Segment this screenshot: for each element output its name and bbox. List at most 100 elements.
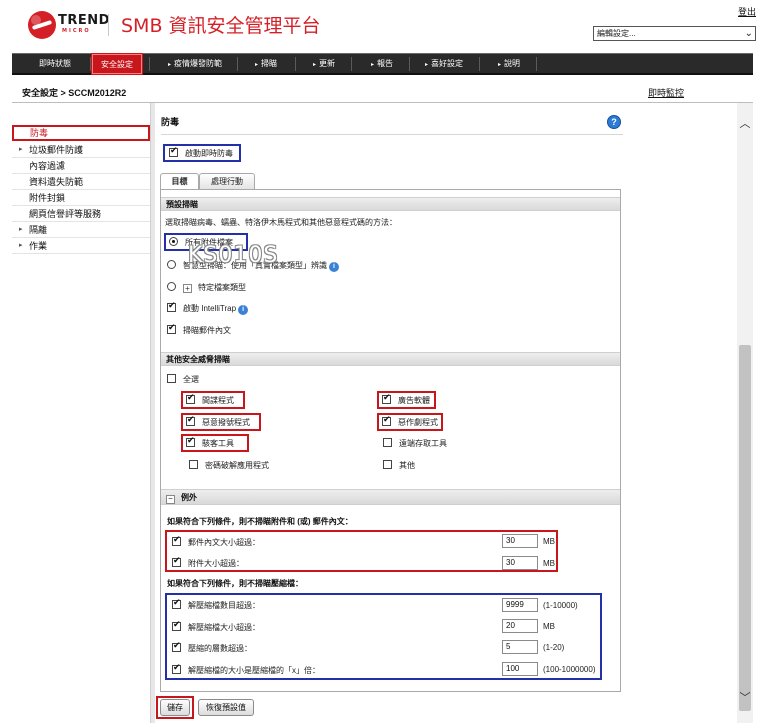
sidebar-item-antivirus[interactable]: 防毒 [12, 125, 150, 141]
help-icon[interactable]: ? [607, 115, 621, 129]
nav-separator [536, 57, 537, 71]
app-title: SMB 資訊安全管理平台 [121, 15, 321, 37]
ratio-range: (100-1000000) [543, 665, 596, 674]
nav-tab-label: 更新 [319, 59, 335, 68]
checkbox-spyware[interactable]: 間諜程式 [181, 391, 245, 409]
edit-settings-select[interactable]: 編輯設定... ⌄ [593, 26, 756, 41]
exceptions-archive-title: 如果符合下列條件，則不掃瞄壓縮檔： [167, 579, 303, 588]
decompressed-size-input[interactable]: 20 [502, 619, 538, 633]
file-count-input[interactable]: 9999 [502, 598, 538, 612]
nav-tab-help[interactable]: ▸ 說明 [487, 54, 531, 74]
file-count-range: (1-10000) [543, 601, 578, 610]
checkbox-label: 解壓縮檔大小超過： [188, 623, 260, 632]
top-navigation: 即時狀態 安全設定 ▸ 疫情爆發防範 ▸ 掃瞄 ▸ 更新 ▸ 報告 ▸ 喜好設定 ▸ 說明 [12, 53, 753, 75]
caret-right-icon: ▸ [312, 62, 316, 68]
checkbox-select-all[interactable]: 全選 [167, 374, 199, 385]
nav-tab-reports[interactable]: ▸ 報告 [359, 54, 405, 74]
realtime-monitor-link[interactable]: 即時監控 [648, 86, 684, 99]
checkbox-label: 附件大小超過： [188, 559, 244, 568]
checkbox-label: 壓縮的層數超過： [188, 644, 252, 653]
page-title: 防毒 [161, 117, 180, 127]
sidebar-item-data-loss-prevention[interactable]: 資料遺失防範 [12, 174, 150, 190]
logout-link[interactable]: 登出 [738, 5, 756, 18]
checkbox-checked [186, 393, 195, 404]
nav-tab-live-status[interactable]: 即時狀態 [24, 54, 86, 74]
section-exceptions[interactable]: − 例外 [161, 489, 620, 505]
chevron-down-icon: ⌄ [744, 28, 753, 39]
checkbox-intellitrap[interactable]: 啟動 IntelliTrapi [167, 301, 249, 315]
section-title: 其他安全威脅掃瞄 [166, 355, 230, 364]
checkbox-checked [382, 393, 391, 404]
nav-tab-label: 報告 [377, 59, 393, 68]
checkbox-adware[interactable]: 廣告軟體 [377, 391, 436, 409]
checkbox-decompressed-size[interactable]: 解壓縮檔大小超過： [172, 620, 260, 633]
exceptions-attachment-title: 如果符合下列條件，則不掃瞄附件和 (或) 郵件內文： [167, 517, 353, 526]
checkbox-label: 解壓縮檔數目超過： [188, 601, 260, 610]
checkbox-attachment-size[interactable]: 附件大小超過： [172, 556, 244, 569]
info-icon[interactable]: i [329, 262, 339, 272]
checkbox-checked [172, 598, 181, 609]
attachment-size-input[interactable]: 30 [502, 556, 538, 570]
section-default-scan: 預設掃瞄 [161, 197, 620, 211]
sidebar-item-label: 內容過濾 [29, 161, 66, 171]
checkbox-unchecked [383, 460, 392, 469]
nav-tab-label: 疫情爆發防範 [174, 59, 222, 68]
nav-separator [409, 57, 410, 71]
checkbox-checked [167, 323, 176, 334]
checkbox-remote-access[interactable]: 遠端存取工具 [383, 438, 447, 449]
sidebar-item-anti-spam[interactable]: ▸ 垃圾郵件防護 [12, 142, 150, 158]
nav-tab-label: 說明 [504, 59, 520, 68]
enable-realtime-checkbox[interactable]: 啟動即時防毒 [163, 144, 241, 162]
tab-label: 處理行動 [211, 177, 243, 186]
checkbox-label: 解壓縮檔的大小是壓縮檔的「x」倍： [188, 666, 320, 675]
sidebar-item-label: 垃圾郵件防護 [29, 145, 84, 155]
checkbox-dialer[interactable]: 惡意撥號程式 [181, 413, 261, 431]
checkbox-hacking-tools[interactable]: 駭客工具 [181, 434, 249, 452]
enable-realtime-label: 啟動即時防毒 [185, 149, 233, 158]
checkbox-scan-body[interactable]: 掃瞄郵件內文 [167, 323, 231, 336]
scrollbar-thumb[interactable] [739, 345, 751, 711]
expand-plus-icon[interactable]: + [183, 284, 192, 293]
sidebar-item-content-filtering[interactable]: 內容過濾 [12, 158, 150, 174]
nav-tab-security-settings[interactable]: 安全設定 [91, 53, 143, 75]
checkbox-ratio[interactable]: 解壓縮檔的大小是壓縮檔的「x」倍： [172, 663, 320, 676]
checkbox-file-count[interactable]: 解壓縮檔數目超過： [172, 598, 260, 611]
radio-unchecked [167, 282, 176, 291]
nav-tab-preferences[interactable]: ▸ 喜好設定 [415, 54, 473, 74]
tab-action[interactable]: 處理行動 [199, 173, 255, 190]
checkbox-checked [169, 146, 178, 157]
chevron-up-icon[interactable]: ︿ [737, 117, 753, 131]
body-size-input[interactable]: 30 [502, 534, 538, 548]
radio-unchecked [167, 260, 176, 269]
vertical-scrollbar[interactable]: ︿ ﹀ [737, 103, 753, 723]
radio-specific-types[interactable]: + 特定檔案類型 [167, 282, 246, 293]
caret-right-icon: ▸ [254, 62, 258, 68]
checkbox-password-crack[interactable]: 密碼破解應用程式 [189, 460, 269, 471]
layers-input[interactable]: 5 [502, 640, 538, 654]
nav-tab-outbreak-defense[interactable]: ▸ 疫情爆發防範 [159, 54, 231, 74]
checkbox-layers[interactable]: 壓縮的層數超過： [172, 641, 252, 654]
collapse-minus-icon[interactable]: − [166, 495, 175, 504]
nav-separator [295, 57, 296, 71]
checkbox-joke[interactable]: 惡作劇程式 [377, 413, 443, 431]
info-icon[interactable]: i [238, 305, 249, 315]
checkbox-body-size[interactable]: 郵件內文大小超過： [172, 535, 260, 548]
sidebar-item-web-reputation[interactable]: 網頁信譽評等服務 [12, 206, 150, 222]
nav-tab-update[interactable]: ▸ 更新 [301, 54, 347, 74]
restore-defaults-button[interactable]: 恢復預設值 [198, 699, 254, 716]
chevron-down-icon[interactable]: ﹀ [737, 691, 753, 705]
sidebar-item-operations[interactable]: ▸ 作業 [12, 238, 150, 254]
nav-separator [479, 57, 480, 71]
checkbox-label: 全選 [183, 375, 199, 384]
checkbox-label: 其他 [399, 461, 415, 470]
sidebar-item-attachment-blocking[interactable]: 附件封鎖 [12, 190, 150, 206]
checkbox-checked [172, 641, 181, 652]
sidebar-item-quarantine[interactable]: ▸ 隔離 [12, 222, 150, 238]
sidebar-item-label: 資料遺失防範 [29, 177, 84, 187]
checkbox-other[interactable]: 其他 [383, 460, 415, 471]
ratio-input[interactable]: 100 [502, 662, 538, 676]
sidebar: 防毒 ▸ 垃圾郵件防護 內容過濾 資料遺失防範 附件封鎖 網頁信譽評等服務 ▸ 隔離… [12, 103, 150, 723]
checkbox-checked [172, 620, 181, 631]
save-button[interactable]: 儲存 [160, 699, 190, 716]
nav-tab-scan[interactable]: ▸ 掃瞄 [243, 54, 289, 74]
